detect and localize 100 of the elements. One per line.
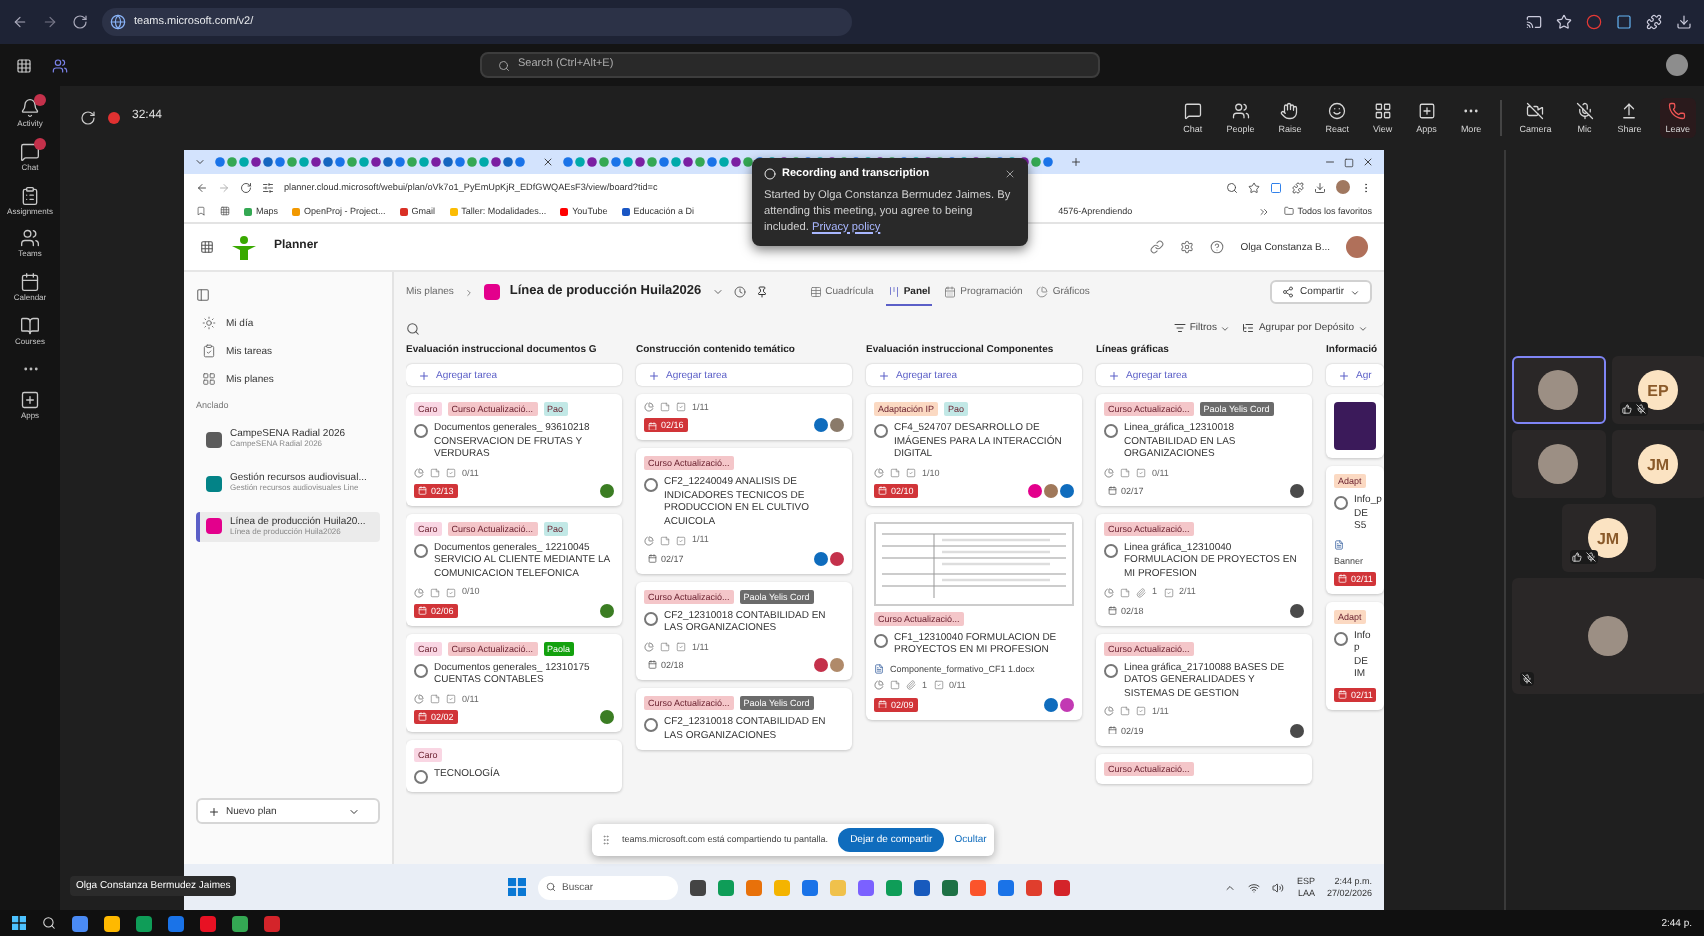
document-icon xyxy=(874,664,884,675)
notes-icon xyxy=(660,641,670,652)
progress-icon xyxy=(874,680,884,691)
site-settings-icon[interactable] xyxy=(262,181,274,193)
checklist-icon xyxy=(676,641,686,652)
reload-icon[interactable] xyxy=(72,14,88,30)
back-icon[interactable] xyxy=(12,14,28,30)
search-icon xyxy=(498,59,510,71)
calendar-icon xyxy=(878,699,887,709)
plus-icon xyxy=(648,369,660,381)
back-icon[interactable] xyxy=(196,181,208,193)
tab-list-icon[interactable] xyxy=(194,156,206,168)
checklist-icon xyxy=(446,693,456,704)
speaker-icon[interactable] xyxy=(1272,881,1285,893)
smiley-icon xyxy=(1328,102,1347,120)
notes-icon xyxy=(430,587,440,598)
camera-off-icon xyxy=(1526,102,1545,120)
complete-checkbox[interactable] xyxy=(414,424,428,438)
video-tile[interactable]: EP xyxy=(1611,356,1704,424)
complete-checkbox[interactable] xyxy=(414,770,428,785)
complete-checkbox[interactable] xyxy=(414,543,428,558)
notes-icon xyxy=(430,467,440,478)
extension-icon[interactable] xyxy=(1270,181,1282,193)
video-tile[interactable] xyxy=(1511,578,1704,694)
complete-checkbox[interactable] xyxy=(1104,424,1118,438)
settings-icon[interactable] xyxy=(1180,240,1195,254)
download-icon[interactable] xyxy=(1314,181,1326,193)
help-icon[interactable] xyxy=(1210,240,1225,254)
video-tile[interactable]: JM xyxy=(1611,430,1704,498)
chevron-down-icon xyxy=(1350,287,1360,297)
grid-icon xyxy=(220,206,230,216)
checklist-icon xyxy=(446,587,456,598)
profile-avatar[interactable] xyxy=(1666,54,1688,76)
download-icon[interactable] xyxy=(1676,14,1692,30)
plus-icon xyxy=(418,369,430,381)
app-launcher-icon[interactable] xyxy=(200,240,214,254)
profile-avatar[interactable] xyxy=(1336,180,1350,194)
notes-icon xyxy=(430,693,440,704)
close-icon[interactable] xyxy=(1362,156,1374,168)
start-icon[interactable] xyxy=(12,916,26,930)
complete-checkbox[interactable] xyxy=(1334,631,1348,646)
complete-checkbox[interactable] xyxy=(644,611,658,626)
video-tile[interactable]: JM xyxy=(1561,504,1655,572)
zoom-icon[interactable] xyxy=(1226,181,1238,193)
complete-checkbox[interactable] xyxy=(644,478,658,493)
paperclip-icon xyxy=(1136,587,1146,598)
complete-checkbox[interactable] xyxy=(874,633,888,648)
chat-icon xyxy=(20,141,40,162)
complete-checkbox[interactable] xyxy=(874,424,888,438)
chevron-icon xyxy=(463,287,474,297)
reload-icon[interactable] xyxy=(240,181,252,193)
close-tab-icon[interactable] xyxy=(542,156,554,168)
chevron-up-icon[interactable] xyxy=(1224,881,1237,893)
people-icon xyxy=(1231,102,1250,120)
checklist-icon xyxy=(1163,587,1174,598)
avatar-placeholder xyxy=(1588,616,1628,656)
calendar-icon xyxy=(1338,690,1347,700)
wifi-icon[interactable] xyxy=(1248,881,1261,893)
start-icon[interactable] xyxy=(508,878,526,896)
assignments-icon xyxy=(20,185,40,206)
sidebar-toggle-icon[interactable] xyxy=(196,288,210,302)
pin-icon[interactable] xyxy=(755,286,768,298)
maximize-icon[interactable] xyxy=(1344,157,1354,167)
progress-icon xyxy=(874,467,884,478)
complete-checkbox[interactable] xyxy=(644,718,658,733)
calendar-icon xyxy=(648,554,657,564)
minimize-icon[interactable] xyxy=(1324,156,1336,168)
calendar-icon xyxy=(1108,725,1117,735)
extensions-icon[interactable] xyxy=(1292,181,1304,193)
grid-icon xyxy=(1373,102,1392,120)
more-bookmarks-icon[interactable] xyxy=(1257,205,1270,217)
grid-icon xyxy=(202,372,216,386)
complete-checkbox[interactable] xyxy=(1104,663,1118,678)
complete-checkbox[interactable] xyxy=(414,663,428,678)
clock-icon[interactable] xyxy=(733,286,746,298)
chevron-down-icon xyxy=(1358,323,1368,333)
plus-square-icon xyxy=(1417,102,1436,120)
star-icon[interactable] xyxy=(1248,181,1260,193)
notes-icon xyxy=(890,467,900,478)
search-icon[interactable] xyxy=(406,321,420,335)
complete-checkbox[interactable] xyxy=(1334,496,1348,510)
progress-icon xyxy=(1104,706,1114,717)
notes-icon xyxy=(660,535,670,546)
notes-icon xyxy=(660,402,670,413)
video-tile[interactable] xyxy=(1511,430,1605,498)
image-card[interactable] xyxy=(1326,394,1384,458)
notes-icon xyxy=(1120,706,1130,717)
cast-icon[interactable] xyxy=(1526,14,1542,30)
close-icon[interactable] xyxy=(1004,168,1016,181)
video-tile[interactable] xyxy=(1511,356,1605,424)
new-tab-icon[interactable] xyxy=(1070,156,1082,168)
complete-checkbox[interactable] xyxy=(1104,543,1118,558)
forward-icon[interactable] xyxy=(42,14,58,30)
calendar-icon xyxy=(418,606,427,616)
user-avatar[interactable] xyxy=(1346,236,1368,258)
chevron-down-icon xyxy=(1220,323,1231,333)
refresh-icon[interactable] xyxy=(80,110,96,126)
link-icon[interactable] xyxy=(1150,240,1165,254)
calendar-icon xyxy=(1108,486,1117,496)
list-icon xyxy=(1242,322,1255,334)
